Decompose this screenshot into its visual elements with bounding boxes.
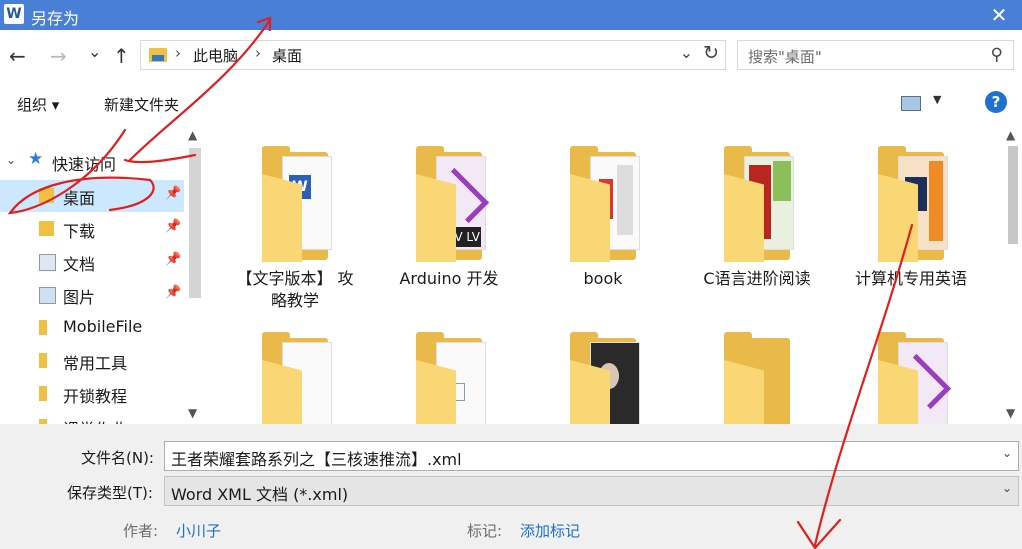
close-button[interactable]: ✕ [976, 0, 1022, 30]
download-folder-icon [39, 221, 54, 236]
navigation-pane: ⌄ ★ 快速访问 桌面 📌 下载 📌 文档 📌 图片 📌 MobileFile … [0, 124, 205, 424]
author-value[interactable]: 小川子 [176, 520, 221, 541]
save-panel: 文件名(N): 王者荣耀套路系列之【三核速推流】.xml ⌄ 保存类型(T): … [0, 424, 1022, 549]
desktop-folder-icon [39, 188, 54, 203]
folder-name: C语言进阶阅读 [703, 269, 811, 288]
breadcrumb-separator: › [175, 44, 181, 62]
folder-tile[interactable]: C语言进阶阅读 [692, 124, 822, 304]
sidebar-item-label: 常用工具 [63, 354, 128, 373]
refresh-icon[interactable]: ↻ [703, 42, 719, 64]
folder-tile[interactable] [230, 310, 360, 424]
folder-name: Arduino 开发 [399, 269, 499, 288]
document-folder-icon [39, 254, 56, 271]
sidebar-item-downloads[interactable]: 下载 📌 [0, 213, 184, 245]
sidebar-item-pictures[interactable]: 图片 📌 [0, 279, 184, 311]
folder-tile[interactable] [384, 310, 514, 424]
search-box[interactable]: 搜索"桌面" ⚲ [737, 40, 1014, 70]
pin-icon: 📌 [165, 285, 182, 300]
back-button[interactable]: ← [9, 44, 26, 68]
folder-name: 计算机专用英语 [854, 269, 967, 288]
file-list: W 【文字版本】 攻 略教学 FLV LV Arduino 开发 book [206, 124, 1022, 424]
sidebar-item-label: 图片 [63, 288, 96, 307]
sidebar-item-tools[interactable]: 常用工具 [0, 345, 184, 377]
sidebar-item-lock-tutorial[interactable]: 开锁教程 [0, 378, 184, 410]
sidebar-item-homework[interactable]: 课堂作业 [0, 411, 184, 424]
save-type-select[interactable]: Word XML 文档 (*.xml) ⌄ [164, 476, 1019, 506]
author-label: 作者: [123, 522, 159, 540]
organize-menu-button[interactable]: 组织 ▾ [17, 94, 59, 115]
search-icon[interactable]: ⚲ [991, 45, 1003, 65]
command-toolbar: 组织 ▾ 新建文件夹 ▼ ? [0, 84, 1022, 124]
sidebar-item-label: 下载 [63, 222, 96, 241]
scroll-up-icon[interactable]: ▲ [188, 128, 197, 142]
sidebar-item-desktop[interactable]: 桌面 📌 [0, 180, 184, 212]
sidebar-item-label: 快速访问 [52, 155, 117, 174]
forward-button[interactable]: → [50, 44, 67, 68]
sidebar-item-label: 开锁教程 [63, 387, 128, 406]
window-title: 另存为 [31, 9, 80, 28]
view-dropdown-icon[interactable]: ▼ [933, 93, 941, 106]
up-button[interactable]: ↑ [113, 44, 130, 68]
chevron-down-icon[interactable]: ⌄ [1002, 446, 1012, 460]
pin-icon: 📌 [165, 186, 182, 201]
pin-icon: 📌 [165, 219, 182, 234]
folder-tile[interactable]: 计算机专用英语 [846, 124, 976, 304]
folder-icon [39, 353, 47, 368]
folder-name: book [583, 269, 623, 288]
view-icon[interactable] [901, 96, 921, 111]
recent-locations-button[interactable]: ⌄ [88, 42, 101, 61]
tags-label: 标记: [467, 522, 503, 540]
filename-input[interactable]: 王者荣耀套路系列之【三核速推流】.xml ⌄ [164, 441, 1019, 471]
folder-tile[interactable] [846, 310, 976, 424]
help-button[interactable]: ? [985, 91, 1007, 113]
new-folder-button[interactable]: 新建文件夹 [104, 94, 179, 115]
folder-icon [39, 320, 47, 335]
picture-folder-icon [39, 287, 56, 304]
filename-label: 文件名(N): [81, 449, 154, 467]
scrollbar-thumb[interactable] [189, 148, 201, 298]
folder-tile[interactable] [538, 310, 668, 424]
breadcrumb-this-pc[interactable]: 此电脑 [193, 45, 238, 66]
breadcrumb-desktop[interactable]: 桌面 [272, 45, 302, 66]
address-bar[interactable]: › 此电脑 › 桌面 ⌄ ↻ [140, 40, 726, 70]
scroll-up-icon[interactable]: ▲ [1006, 128, 1015, 142]
word-app-icon: W [4, 4, 24, 24]
save-type-value: Word XML 文档 (*.xml) [171, 485, 349, 504]
folder-name: 【文字版本】 攻 略教学 [236, 269, 354, 310]
chevron-down-icon[interactable]: ⌄ [6, 153, 16, 167]
sidebar-item-mobilefile[interactable]: MobileFile [0, 312, 184, 344]
content-scrollbar[interactable]: ▲ ▼ [1002, 124, 1022, 424]
breadcrumb-separator: › [255, 44, 261, 62]
title-bar: W 另存为 ✕ [0, 0, 1022, 30]
star-icon: ★ [28, 149, 44, 169]
scroll-down-icon[interactable]: ▼ [188, 406, 197, 420]
desktop-folder-icon [149, 48, 167, 62]
scrollbar-thumb[interactable] [1008, 146, 1018, 244]
add-tags-link[interactable]: 添加标记 [520, 520, 580, 541]
pin-icon: 📌 [165, 252, 182, 267]
address-dropdown-icon[interactable]: ⌄ [680, 43, 693, 62]
sidebar-item-label: 课堂作业 [63, 416, 127, 424]
filename-value: 王者荣耀套路系列之【三核速推流】.xml [171, 450, 462, 469]
sidebar-item-documents[interactable]: 文档 📌 [0, 246, 184, 278]
scroll-down-icon[interactable]: ▼ [1006, 406, 1015, 420]
sidebar-item-label: 文档 [63, 255, 96, 274]
sidebar-item-label: 桌面 [63, 189, 96, 208]
sidebar-scrollbar[interactable]: ▲ ▼ [185, 124, 205, 424]
chevron-down-icon[interactable]: ⌄ [1002, 481, 1012, 495]
folder-tile[interactable]: FLV LV Arduino 开发 [384, 124, 514, 304]
sidebar-item-quick-access[interactable]: ⌄ ★ 快速访问 [0, 146, 184, 178]
search-placeholder: 搜索"桌面" [748, 48, 822, 66]
folder-tile[interactable]: W 【文字版本】 攻 略教学 [230, 124, 360, 310]
sidebar-item-label: MobileFile [63, 317, 143, 336]
save-type-label: 保存类型(T): [67, 484, 153, 502]
folder-tile[interactable]: book [538, 124, 668, 304]
folder-icon [39, 386, 47, 401]
folder-tile[interactable] [692, 310, 822, 424]
